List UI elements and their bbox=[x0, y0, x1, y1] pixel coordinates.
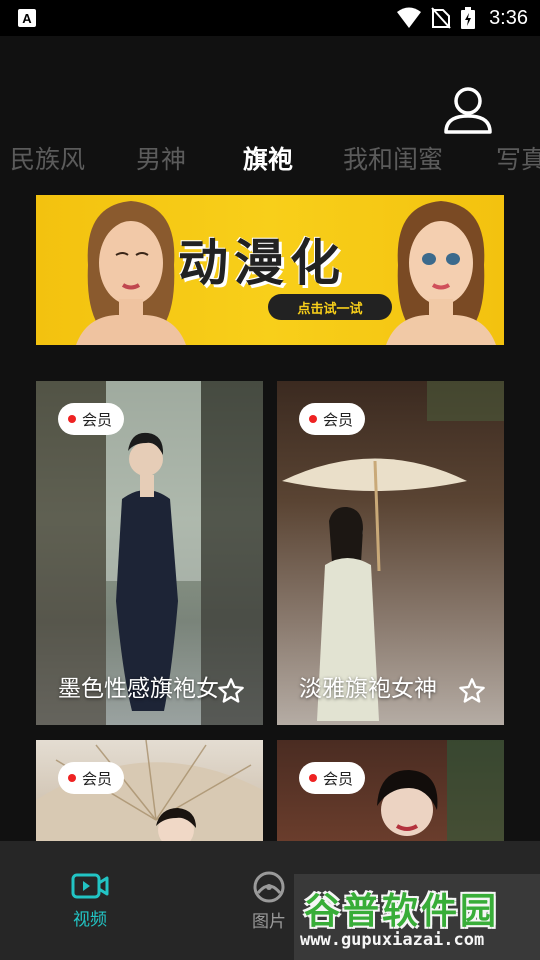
badge-label: 会员 bbox=[82, 769, 113, 788]
banner-portrait-left bbox=[76, 201, 186, 345]
category-tabs: 民族风 男神 旗袍 我和闺蜜 写真 bbox=[0, 136, 540, 182]
template-card[interactable]: 会员 墨色性感旗袍女 bbox=[36, 381, 263, 725]
badge-dot bbox=[309, 774, 317, 782]
banner-portrait-right bbox=[386, 201, 496, 345]
star-icon[interactable] bbox=[458, 677, 486, 705]
profile-icon[interactable] bbox=[442, 84, 494, 136]
watermark-url: www.gupuxiazai.com bbox=[300, 930, 485, 950]
star-icon[interactable] bbox=[217, 677, 245, 705]
card-title: 淡雅旗袍女神 bbox=[299, 676, 437, 702]
tab-nanshen[interactable]: 男神 bbox=[136, 140, 186, 176]
anime-promo-banner[interactable]: 动漫化 点击试一试 bbox=[36, 195, 504, 345]
app-notification-icon: A bbox=[18, 9, 36, 27]
tab-minzufeng[interactable]: 民族风 bbox=[10, 140, 85, 176]
watermark-title: 谷普软件园 bbox=[304, 891, 500, 932]
badge-dot bbox=[68, 415, 76, 423]
template-card[interactable]: 会员 bbox=[277, 740, 504, 841]
wifi-icon bbox=[397, 7, 422, 28]
card-title: 墨色性感旗袍女 bbox=[58, 676, 219, 702]
banner-title: 动漫化 bbox=[178, 234, 346, 292]
badge-label: 会员 bbox=[82, 410, 113, 429]
vip-badge: 会员 bbox=[58, 403, 125, 435]
template-card[interactable]: 会员 bbox=[36, 740, 263, 841]
badge-dot bbox=[68, 774, 76, 782]
vip-badge: 会员 bbox=[299, 762, 366, 794]
try-it-button[interactable]: 点击试一试 bbox=[268, 294, 392, 320]
svg-text:A: A bbox=[22, 11, 32, 26]
badge-label: 会员 bbox=[323, 769, 354, 788]
battery-icon bbox=[461, 7, 476, 29]
image-icon bbox=[253, 871, 285, 903]
tab-xiezhen[interactable]: 写真 bbox=[496, 140, 540, 176]
badge-label: 会员 bbox=[323, 410, 354, 429]
nav-video[interactable]: 视频 bbox=[50, 871, 130, 930]
no-sim-icon bbox=[431, 7, 451, 29]
vip-badge: 会员 bbox=[299, 403, 366, 435]
badge-dot bbox=[309, 415, 317, 423]
nav-image-label: 图片 bbox=[252, 912, 286, 932]
tab-wohe-guimi[interactable]: 我和闺蜜 bbox=[343, 140, 443, 176]
nav-video-label: 视频 bbox=[73, 910, 107, 930]
watermark: 谷普软件园 www.gupuxiazai.com bbox=[294, 874, 540, 960]
status-bar: A 3:36 bbox=[0, 0, 540, 36]
vip-badge: 会员 bbox=[58, 762, 125, 794]
tab-qipao[interactable]: 旗袍 bbox=[243, 140, 293, 176]
template-card[interactable]: 会员 淡雅旗袍女神 bbox=[277, 381, 504, 725]
video-camera-icon bbox=[71, 873, 109, 899]
header bbox=[0, 36, 540, 136]
status-time: 3:36 bbox=[489, 6, 528, 29]
